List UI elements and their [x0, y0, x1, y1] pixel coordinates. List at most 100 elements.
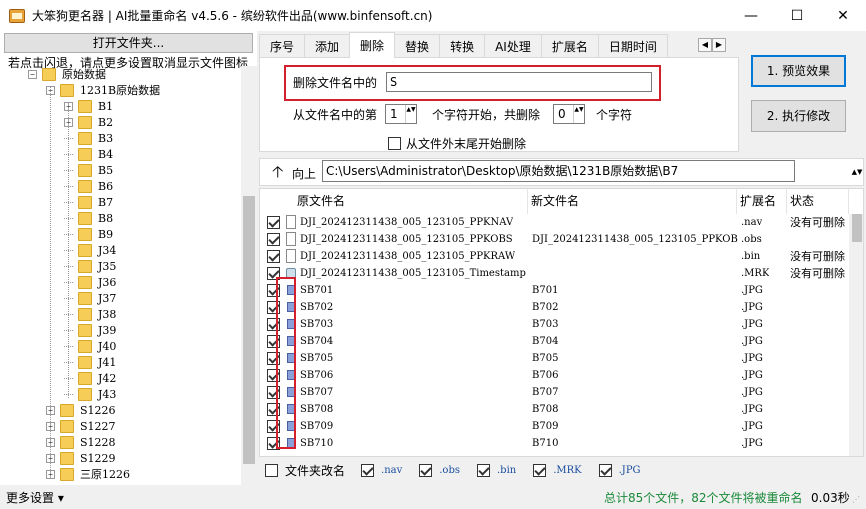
delete-count-stepper[interactable]: 0 ▲▼ — [553, 104, 585, 124]
table-row[interactable]: DJI_202412311438_005_123105_PPKNAV .nav 没有… — [260, 214, 849, 231]
header-original-name[interactable]: 原文件名 — [294, 189, 528, 214]
folder-rename-option[interactable]: 文件夹改名 — [265, 462, 345, 479]
file-list-scroll-thumb[interactable] — [852, 214, 862, 242]
tree-scroll-thumb[interactable] — [243, 196, 255, 464]
table-row[interactable]: SB710 B710 .JPG — [260, 435, 849, 452]
tree-item[interactable]: J37 — [64, 290, 116, 306]
extension-checkbox[interactable] — [598, 463, 612, 477]
from-end-label: 从文件外末尾开始删除 — [406, 137, 527, 151]
execute-button[interactable]: 2. 执行修改 — [751, 100, 846, 132]
tree-item[interactable]: J35 — [64, 258, 116, 274]
extension-filter[interactable]: .MRK — [533, 463, 582, 477]
tree-item[interactable]: J41 — [64, 354, 116, 370]
resize-grip-icon[interactable]: ⋰ — [852, 495, 862, 505]
extension-filter[interactable]: .nav — [361, 463, 402, 477]
tree-item[interactable]: B7 — [64, 194, 113, 210]
tree-item[interactable]: + S1229 — [46, 450, 116, 466]
stepper-arrows-icon[interactable]: ▲▼ — [573, 105, 584, 123]
tree-item-label: B6 — [98, 179, 114, 193]
tree-item[interactable]: J38 — [64, 306, 116, 322]
tab-item[interactable]: 替换 — [394, 34, 441, 58]
up-button[interactable]: 向上 — [292, 165, 316, 182]
table-row[interactable]: DJI_202412311438_005_123105_Timestamp .MR… — [260, 265, 849, 282]
title-bar: 大笨狗更名器 | AI批量重命名 v4.5.6 - 缤纷软件出品(www.bin… — [0, 0, 866, 31]
tree-item[interactable]: + 三原1226 — [46, 466, 130, 482]
table-row[interactable]: SB705 B705 .JPG — [260, 350, 849, 367]
table-row[interactable]: SB709 B709 .JPG — [260, 418, 849, 435]
path-scroll-icon[interactable]: ▲▼ — [850, 160, 864, 184]
extension-checkbox[interactable] — [361, 463, 375, 477]
table-row[interactable]: DJI_202412311438_005_123105_PPKRAW .bin 没有… — [260, 248, 849, 265]
tree-item[interactable]: + S1228 — [46, 434, 116, 450]
from-end-option[interactable]: 从文件外末尾开始删除 — [388, 135, 526, 152]
app-icon — [9, 8, 25, 23]
tree-item[interactable]: + B1 — [64, 98, 113, 114]
close-button[interactable]: ✕ — [820, 0, 866, 31]
tree-item[interactable]: −1231B原始数据 — [46, 82, 160, 98]
extension-filter[interactable]: .JPG — [598, 463, 641, 477]
tab-item[interactable]: 日期时间 — [597, 34, 668, 58]
row-checkbox[interactable] — [267, 216, 280, 229]
folder-tree[interactable]: − 原始数据 −1231B原始数据 + B1 + B2 B3 B4 B5 B6 B7 B8 B9 J34 J3… — [0, 66, 241, 485]
tree-item[interactable]: J39 — [64, 322, 116, 338]
tab-left-icon[interactable]: ◀ — [698, 38, 712, 52]
expand-toggle-icon[interactable]: − — [28, 69, 37, 79]
tree-item[interactable]: + S1227 — [46, 418, 116, 434]
preview-button[interactable]: 1. 预览效果 — [751, 55, 846, 87]
delete-text-input[interactable]: S — [386, 72, 652, 92]
table-row[interactable]: SB702 B702 .JPG — [260, 299, 849, 316]
tree-item[interactable]: J36 — [64, 274, 116, 290]
extension-checkbox[interactable] — [533, 463, 547, 477]
stepper-arrows-icon[interactable]: ▲▼ — [405, 105, 416, 123]
up-arrow-icon[interactable]: 🡡 — [272, 161, 284, 188]
extension-checkbox[interactable] — [419, 463, 433, 477]
tab-item[interactable]: 序号 — [259, 34, 306, 58]
tab-item[interactable]: 扩展名 — [540, 34, 599, 58]
table-row[interactable]: SB704 B704 .JPG — [260, 333, 849, 350]
tree-item[interactable]: − 原始数据 — [28, 66, 106, 82]
row-checkbox[interactable] — [267, 233, 280, 246]
tab-item[interactable]: 转换 — [439, 34, 486, 58]
header-status[interactable]: 状态 — [787, 189, 849, 214]
table-row[interactable]: SB703 B703 .JPG — [260, 316, 849, 333]
tab-item[interactable]: 添加 — [304, 34, 351, 58]
tree-item[interactable]: J40 — [64, 338, 116, 354]
table-row[interactable]: SB706 B706 .JPG — [260, 367, 849, 384]
header-extension[interactable]: 扩展名 — [737, 189, 787, 214]
tab-right-icon[interactable]: ▶ — [712, 38, 726, 52]
tree-item[interactable]: + S1226 — [46, 402, 116, 418]
table-row[interactable]: SB707 B707 .JPG — [260, 384, 849, 401]
table-row[interactable]: SB701 B701 .JPG — [260, 282, 849, 299]
row-checkbox[interactable] — [267, 250, 280, 263]
tab-item[interactable]: 删除 — [349, 32, 396, 58]
tree-scrollbar[interactable] — [241, 66, 257, 485]
more-settings-button[interactable]: 更多设置 ▾ — [6, 489, 64, 506]
tree-item[interactable]: B4 — [64, 146, 113, 162]
table-row[interactable]: SB708 B708 .JPG — [260, 401, 849, 418]
start-position-stepper[interactable]: 1 ▲▼ — [385, 104, 417, 124]
tree-item[interactable]: B9 — [64, 226, 113, 242]
header-new-name[interactable]: 新文件名 — [528, 189, 737, 214]
tree-item[interactable]: J42 — [64, 370, 116, 386]
minimize-button[interactable]: — — [728, 0, 774, 31]
extension-label: .obs — [439, 464, 460, 476]
extension-filter[interactable]: .bin — [476, 463, 516, 477]
path-field[interactable]: C:\Users\Administrator\Desktop\原始数据\1231… — [322, 160, 795, 182]
folder-rename-checkbox[interactable] — [265, 463, 278, 477]
from-end-checkbox[interactable] — [388, 137, 401, 150]
tree-item[interactable]: B3 — [64, 130, 113, 146]
tree-item[interactable]: B8 — [64, 210, 113, 226]
tree-item[interactable]: B6 — [64, 178, 113, 194]
tree-item[interactable]: J43 — [64, 386, 116, 402]
tree-item[interactable]: J34 — [64, 242, 116, 258]
maximize-button[interactable]: ☐ — [774, 0, 820, 31]
table-row[interactable]: DJI_202412311438_005_123105_PPKOBS DJI_20… — [260, 231, 849, 248]
tab-item[interactable]: AI处理 — [484, 34, 542, 58]
open-folder-button[interactable]: 打开文件夹... — [4, 33, 253, 53]
tree-item[interactable]: B5 — [64, 162, 113, 178]
file-list-scrollbar[interactable] — [849, 214, 863, 456]
extension-filter[interactable]: .obs — [419, 463, 460, 477]
extension-checkbox[interactable] — [476, 463, 490, 477]
folder-panel: 打开文件夹... 若点击闪退，请点更多设置取消显示文件图标 − 原始数据 −1231… — [0, 31, 257, 485]
tree-item[interactable]: + B2 — [64, 114, 113, 130]
